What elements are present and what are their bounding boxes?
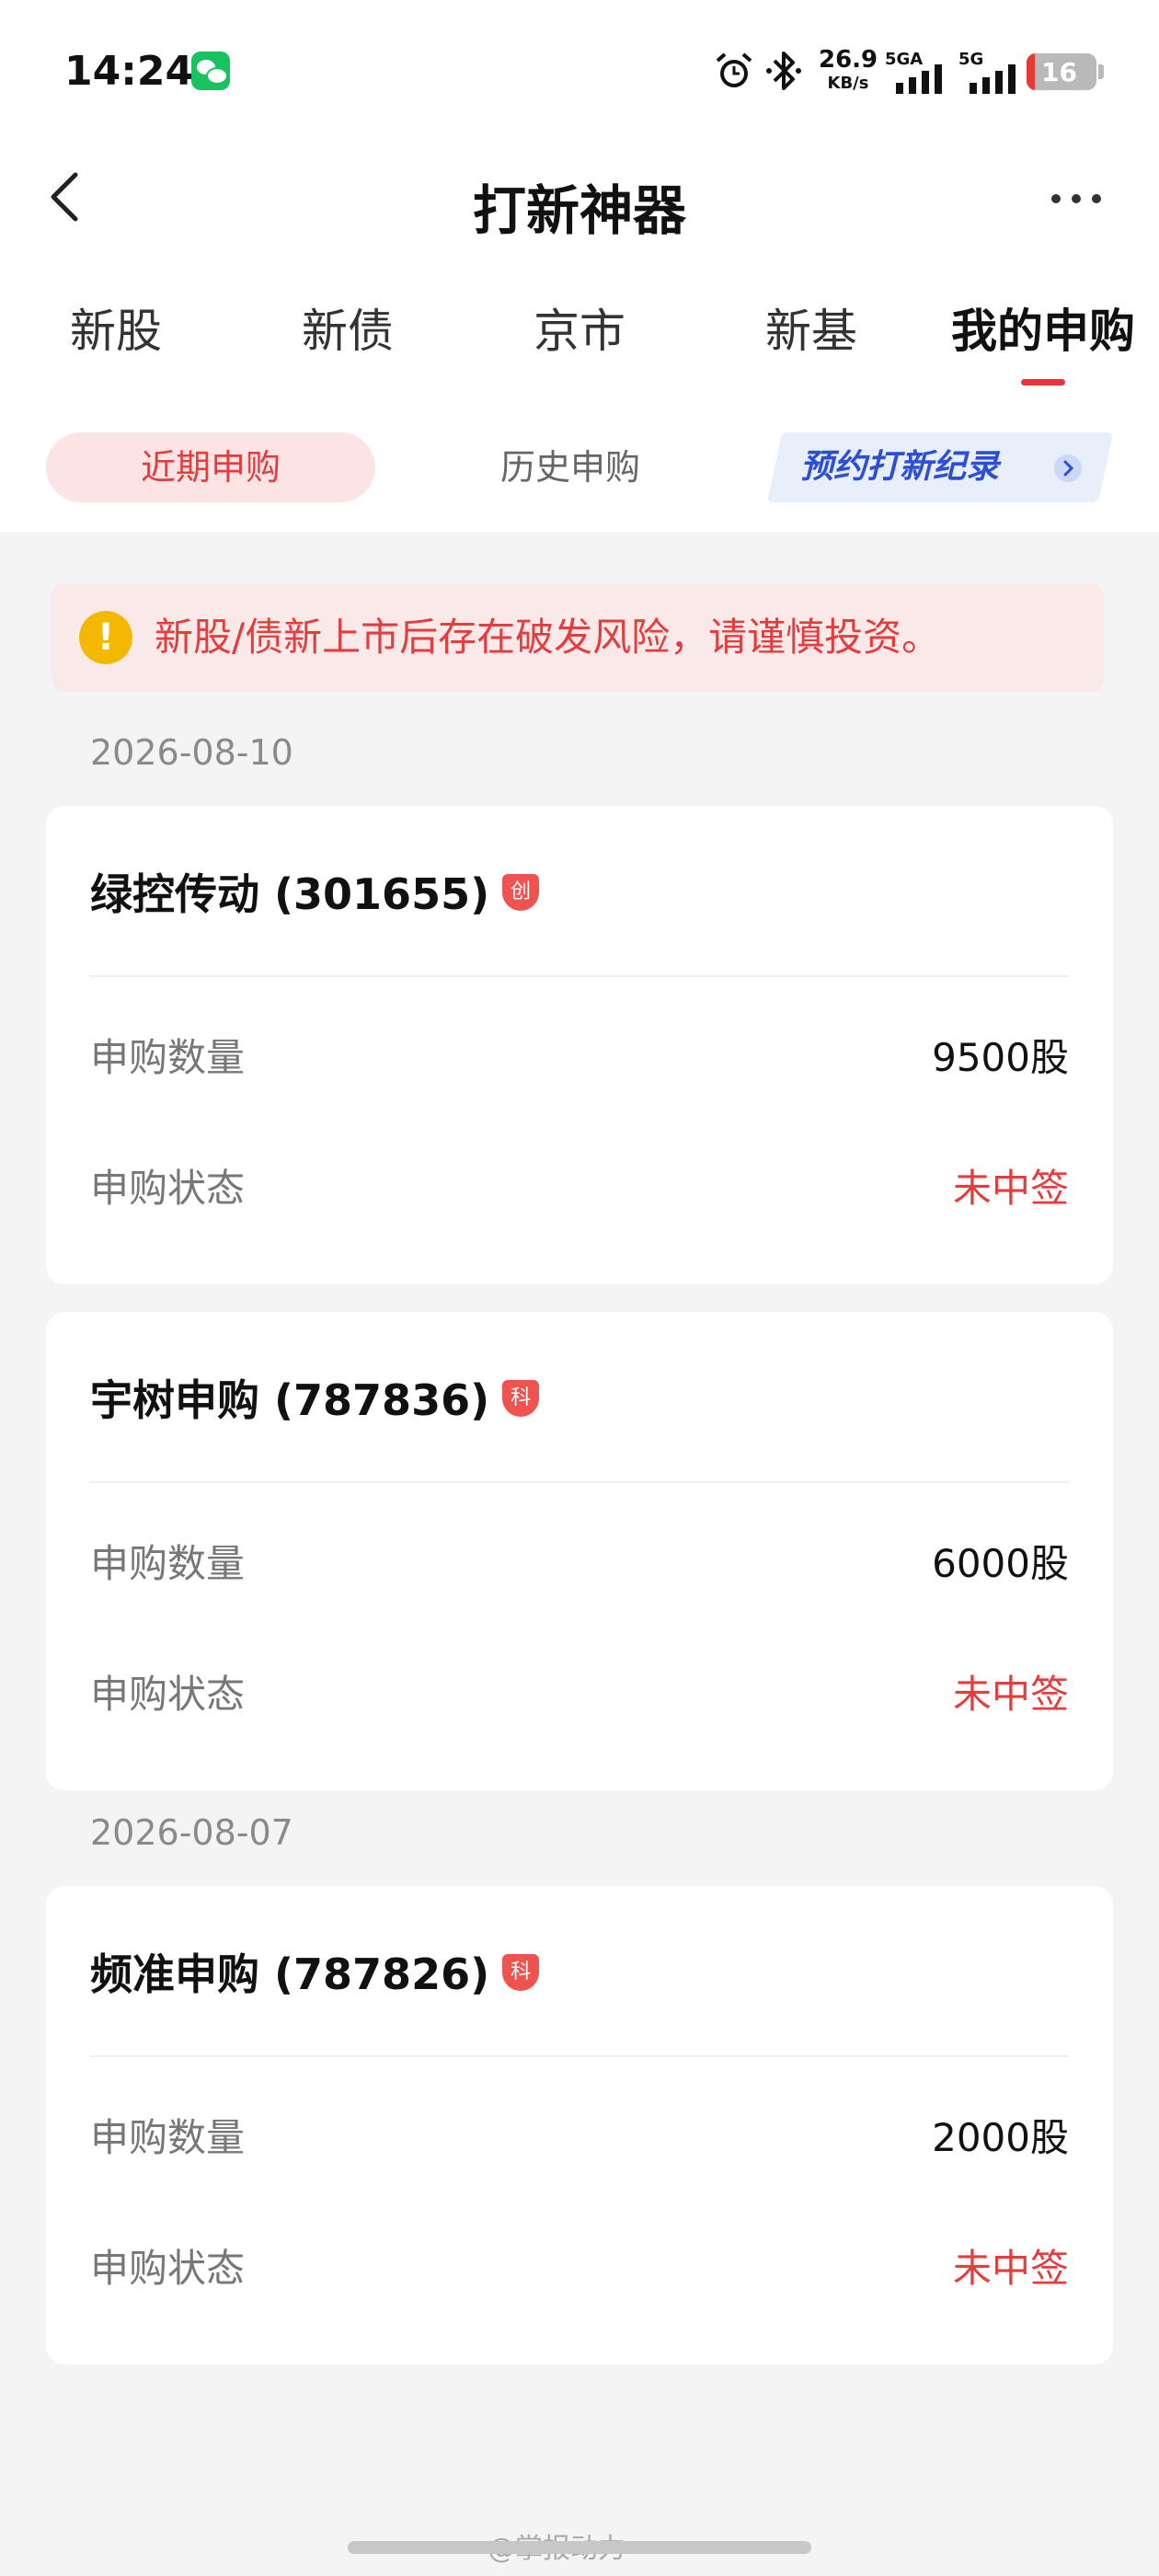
status-label: 申购状态 bbox=[90, 1166, 246, 1211]
status-value: 未中签 bbox=[952, 1166, 1069, 1211]
qty-value: 9500股 bbox=[932, 1035, 1069, 1080]
tab-new-stocks[interactable]: 新股 bbox=[70, 294, 162, 361]
signal-5ga: 5GA bbox=[885, 48, 970, 94]
stock-name: 宇树申购 (787836) 科 bbox=[90, 1367, 540, 1428]
status-bar: 14:24 26.9 KB/s 5GA 5G 16 bbox=[0, 0, 1159, 138]
more-icon[interactable] bbox=[1049, 184, 1104, 213]
tab-my-subscriptions[interactable]: 我的申购 bbox=[951, 294, 1135, 361]
board-badge-icon: 科 bbox=[502, 1953, 540, 1991]
signal-bars-icon bbox=[896, 64, 942, 94]
risk-notice-text: 新股/债新上市后存在破发风险，请谨慎投资。 bbox=[155, 615, 941, 660]
board-badge-icon: 创 bbox=[502, 873, 540, 911]
page-title: 打新神器 bbox=[472, 179, 686, 242]
divider bbox=[90, 2055, 1069, 2057]
status-label: 申购状态 bbox=[90, 2246, 246, 2291]
signal-5g: 5G bbox=[958, 48, 1027, 94]
qty-value: 6000股 bbox=[932, 1541, 1069, 1586]
subscription-card[interactable]: 绿控传动 (301655) 创 申购数量 9500股 申购状态 未中签 bbox=[46, 806, 1113, 1284]
risk-notice: ! 新股/债新上市后存在破发风险，请谨慎投资。 bbox=[52, 583, 1104, 692]
wechat-icon bbox=[191, 52, 230, 90]
stock-name: 绿控传动 (301655) 创 bbox=[90, 861, 540, 922]
divider bbox=[90, 1481, 1069, 1483]
chevron-right-icon bbox=[1054, 454, 1082, 482]
status-time: 14:24 bbox=[64, 48, 194, 95]
promo-button[interactable]: 预约打新纪录 bbox=[800, 432, 999, 502]
warning-icon: ! bbox=[79, 611, 132, 664]
home-indicator[interactable] bbox=[348, 2541, 811, 2554]
status-value: 未中签 bbox=[952, 2246, 1069, 2291]
qty-label: 申购数量 bbox=[90, 2115, 246, 2160]
group-date: 2026-08-07 bbox=[90, 1812, 293, 1853]
qty-label: 申购数量 bbox=[90, 1035, 246, 1080]
battery-tip bbox=[1098, 64, 1104, 79]
tab-beijing-market[interactable]: 京市 bbox=[534, 294, 625, 361]
battery-icon: 16 bbox=[1027, 53, 1096, 90]
board-badge-icon: 科 bbox=[502, 1379, 540, 1417]
network-speed: 26.9 KB/s bbox=[819, 46, 878, 93]
tab-new-bonds[interactable]: 新债 bbox=[302, 294, 394, 361]
status-value: 未中签 bbox=[952, 1672, 1069, 1717]
tab-new-funds[interactable]: 新基 bbox=[765, 294, 857, 361]
category-tabs: 新股 新债 京市 新基 我的申购 bbox=[0, 294, 1159, 396]
status-label: 申购状态 bbox=[90, 1672, 246, 1717]
alarm-icon bbox=[716, 52, 752, 87]
subscription-card[interactable]: 频准申购 (787826) 科 申购数量 2000股 申购状态 未中签 bbox=[46, 1886, 1113, 2364]
qty-label: 申购数量 bbox=[90, 1541, 246, 1586]
bluetooth-icon bbox=[766, 52, 801, 90]
subscription-card[interactable]: 宇树申购 (787836) 科 申购数量 6000股 申购状态 未中签 bbox=[46, 1312, 1113, 1790]
subtab-recent[interactable]: 近期申购 bbox=[46, 432, 375, 502]
signal-bars-icon bbox=[970, 64, 1016, 94]
group-date: 2026-08-10 bbox=[90, 732, 293, 773]
tab-indicator bbox=[1021, 379, 1065, 385]
stock-name: 频准申购 (787826) 科 bbox=[90, 1941, 540, 2002]
divider bbox=[90, 975, 1069, 977]
qty-value: 2000股 bbox=[932, 2115, 1069, 2160]
subtab-history[interactable]: 历史申购 bbox=[469, 432, 671, 502]
